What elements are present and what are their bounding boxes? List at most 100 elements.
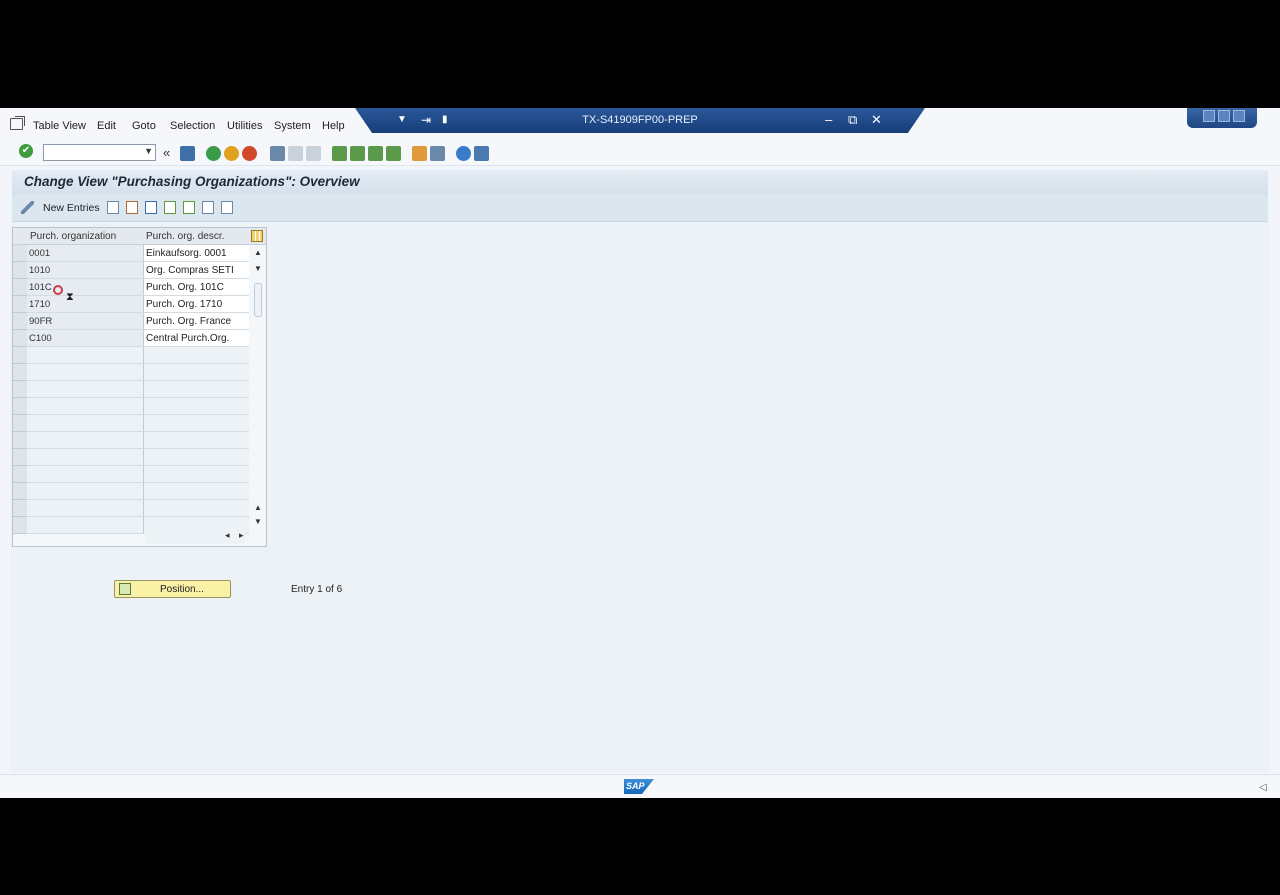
- row-selector[interactable]: [13, 483, 27, 500]
- scroll-page-up-icon[interactable]: ▲: [254, 503, 262, 512]
- row-selector[interactable]: [13, 330, 27, 347]
- outer-restore-icon[interactable]: [1218, 110, 1230, 122]
- cell-purch-org[interactable]: [27, 449, 144, 465]
- scroll-up-icon[interactable]: ▲: [254, 248, 262, 257]
- print-field-list-icon[interactable]: [221, 201, 233, 214]
- delete-icon[interactable]: [126, 201, 138, 214]
- select-all-icon[interactable]: [164, 201, 176, 214]
- cell-purch-org[interactable]: [27, 432, 144, 448]
- undo-change-icon[interactable]: [145, 201, 157, 214]
- table-row[interactable]: 1710 Purch. Org. 1710: [27, 296, 249, 313]
- cell-purch-org[interactable]: [27, 483, 144, 499]
- row-selector[interactable]: [13, 313, 27, 330]
- table-row[interactable]: [27, 483, 249, 500]
- help-icon[interactable]: [456, 146, 471, 161]
- table-row[interactable]: [27, 500, 249, 517]
- cell-purch-org[interactable]: [27, 415, 144, 431]
- next-page-icon[interactable]: [368, 146, 383, 161]
- row-selector[interactable]: [13, 432, 27, 449]
- cell-purch-org[interactable]: 90FR: [27, 313, 144, 329]
- scroll-page-down-icon[interactable]: ▼: [254, 517, 262, 526]
- position-button[interactable]: Position...: [114, 580, 231, 598]
- row-selector[interactable]: [13, 381, 27, 398]
- cell-purch-org-descr[interactable]: Org. Compras SETI: [144, 262, 249, 278]
- table-row[interactable]: 1010 Org. Compras SETI: [27, 262, 249, 279]
- cell-purch-org[interactable]: [27, 381, 144, 397]
- minimize-button[interactable]: –: [825, 112, 832, 128]
- table-row[interactable]: [27, 398, 249, 415]
- cell-purch-org-descr[interactable]: Purch. Org. 101C: [144, 279, 249, 295]
- row-selector[interactable]: [13, 296, 27, 313]
- vertical-scrollbar[interactable]: ▲ ▼ ▲ ▼: [250, 245, 266, 530]
- table-row[interactable]: [27, 381, 249, 398]
- row-selector[interactable]: [13, 262, 27, 279]
- cancel-icon[interactable]: [242, 146, 257, 161]
- scroll-thumb[interactable]: [254, 283, 262, 317]
- close-button[interactable]: ✕: [871, 112, 882, 128]
- table-settings-icon[interactable]: [251, 230, 263, 242]
- first-page-icon[interactable]: [332, 146, 347, 161]
- table-row[interactable]: [27, 415, 249, 432]
- last-page-icon[interactable]: [386, 146, 401, 161]
- row-selector[interactable]: [13, 279, 27, 296]
- table-row[interactable]: [27, 364, 249, 381]
- menu-utilities[interactable]: Utilities: [227, 120, 262, 132]
- edit-pencil-icon[interactable]: [21, 201, 34, 214]
- print-icon[interactable]: [270, 146, 285, 161]
- cell-purch-org[interactable]: C100: [27, 330, 144, 346]
- cell-purch-org[interactable]: 1710: [27, 296, 144, 312]
- chevron-down-icon[interactable]: ▼: [144, 146, 153, 156]
- column-header-descr[interactable]: Purch. org. descr.: [146, 231, 224, 242]
- cell-purch-org[interactable]: 0001: [27, 245, 144, 261]
- menu-edit[interactable]: Edit: [97, 120, 116, 132]
- table-row[interactable]: 0001 Einkaufsorg. 0001: [27, 245, 249, 262]
- shortcut-icon[interactable]: [430, 146, 445, 161]
- menu-help[interactable]: Help: [322, 120, 345, 132]
- table-row[interactable]: [27, 347, 249, 364]
- restore-button[interactable]: ⧉: [848, 112, 857, 128]
- row-selector[interactable]: [13, 449, 27, 466]
- cell-purch-org-descr[interactable]: Purch. Org. France: [144, 313, 249, 329]
- new-session-icon[interactable]: [412, 146, 427, 161]
- collapse-button[interactable]: «: [163, 145, 178, 160]
- cell-purch-org-descr[interactable]: Einkaufsorg. 0001: [144, 245, 249, 261]
- outer-minimize-icon[interactable]: [1203, 110, 1215, 122]
- new-entries-button[interactable]: New Entries: [43, 202, 100, 214]
- row-selector[interactable]: [13, 500, 27, 517]
- copy-as-icon[interactable]: [107, 201, 119, 214]
- table-row[interactable]: [27, 449, 249, 466]
- cell-purch-org[interactable]: [27, 517, 144, 533]
- row-selector[interactable]: [13, 364, 27, 381]
- cell-purch-org[interactable]: [27, 364, 144, 380]
- table-row[interactable]: [27, 432, 249, 449]
- select-block-icon[interactable]: [183, 201, 195, 214]
- row-selector[interactable]: [13, 466, 27, 483]
- cell-purch-org-descr[interactable]: Central Purch.Org.: [144, 330, 249, 346]
- scroll-left-icon[interactable]: ◂: [225, 530, 230, 541]
- horizontal-scrollbar[interactable]: ◂ ▸: [145, 530, 245, 544]
- enter-button[interactable]: ✔: [19, 144, 33, 158]
- scroll-down-icon[interactable]: ▼: [254, 264, 262, 273]
- cell-purch-org[interactable]: [27, 398, 144, 414]
- save-icon[interactable]: [180, 146, 195, 161]
- scroll-right-icon[interactable]: ▸: [239, 530, 244, 541]
- menu-system[interactable]: System: [274, 120, 311, 132]
- menu-table-view[interactable]: Table View: [33, 120, 86, 132]
- outer-close-icon[interactable]: [1233, 110, 1245, 122]
- cell-purch-org[interactable]: [27, 466, 144, 482]
- cell-purch-org[interactable]: [27, 500, 144, 516]
- row-selector[interactable]: [13, 415, 27, 432]
- row-selector[interactable]: [13, 398, 27, 415]
- menu-selection[interactable]: Selection: [170, 120, 215, 132]
- cell-purch-org[interactable]: 1010: [27, 262, 144, 278]
- table-row[interactable]: 90FR Purch. Org. France: [27, 313, 249, 330]
- column-header-purch-org[interactable]: Purch. organization: [30, 231, 116, 242]
- command-field[interactable]: ▼: [43, 144, 156, 161]
- system-menu-icon[interactable]: [10, 118, 23, 130]
- previous-page-icon[interactable]: [350, 146, 365, 161]
- cell-purch-org[interactable]: 101C: [27, 279, 144, 295]
- cell-purch-org-descr[interactable]: Purch. Org. 1710: [144, 296, 249, 312]
- exit-icon[interactable]: [224, 146, 239, 161]
- deselect-all-icon[interactable]: [202, 201, 214, 214]
- table-row[interactable]: C100 Central Purch.Org.: [27, 330, 249, 347]
